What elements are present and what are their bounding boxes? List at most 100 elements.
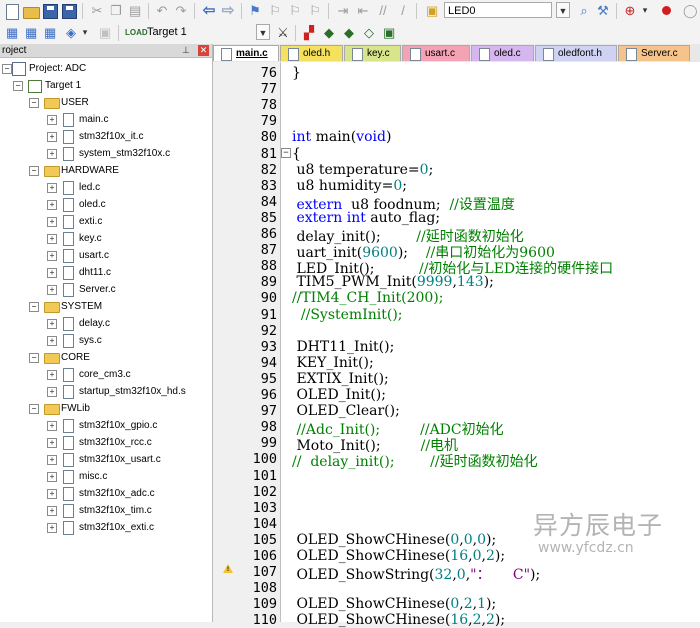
find-combo-dropdown[interactable]: ▼	[556, 2, 570, 18]
file-extensions-button[interactable]: ▞	[300, 24, 318, 42]
tree-item-file[interactable]: + misc.c	[0, 468, 210, 485]
tree-item-file[interactable]: + stm32f10x_rcc.c	[0, 434, 210, 451]
more-toolbar-button[interactable]: ◯	[680, 2, 698, 20]
code-line[interactable]: TIM5_PWM_Init(9999,143);	[292, 274, 493, 290]
code-line[interactable]: KEY_Init();	[292, 355, 373, 371]
expand-toggle-icon[interactable]: +	[47, 149, 57, 159]
tree-item-file[interactable]: + system_stm32f10x.c	[0, 145, 210, 162]
expand-toggle-icon[interactable]: +	[47, 200, 57, 210]
open-file-button[interactable]	[22, 2, 40, 20]
bookmark-button[interactable]: ⚑	[246, 2, 264, 20]
expand-toggle-icon[interactable]: +	[47, 268, 57, 278]
tree-item-file[interactable]: + dht11.c	[0, 264, 210, 281]
tree-item-file[interactable]: + startup_stm32f10x_hd.s	[0, 383, 210, 400]
expand-toggle-icon[interactable]: +	[47, 472, 57, 482]
tree-item-file[interactable]: + sys.c	[0, 332, 210, 349]
code-line[interactable]: DHT11_Init();	[292, 339, 394, 355]
expand-toggle-icon[interactable]: +	[47, 183, 57, 193]
cut-button[interactable]: ✂	[88, 2, 106, 20]
find-button[interactable]: ⌕	[575, 2, 593, 20]
tree-item-file[interactable]: + oled.c	[0, 196, 210, 213]
close-panel-button[interactable]: ✕	[198, 45, 209, 56]
tree-item-project[interactable]: − Project: ADC	[0, 60, 210, 77]
target-options-button[interactable]: ⚔	[274, 24, 292, 42]
redo-button[interactable]: ↷	[172, 2, 190, 20]
tree-item-file[interactable]: + stm32f10x_tim.c	[0, 502, 210, 519]
build-button[interactable]: ▦	[22, 24, 40, 42]
tree-item-target[interactable]: − Target 1	[0, 77, 210, 94]
code-line[interactable]: OLED_Init();	[292, 387, 386, 403]
undo-button[interactable]: ↶	[153, 2, 171, 20]
copy-button[interactable]: ❐	[107, 2, 125, 20]
expand-toggle-icon[interactable]: +	[47, 234, 57, 244]
expand-toggle-icon[interactable]: +	[47, 217, 57, 227]
expand-toggle-icon[interactable]: +	[47, 489, 57, 499]
find-in-files-button[interactable]: ▣	[423, 2, 441, 20]
tab-key-c[interactable]: key.c	[344, 45, 401, 61]
tree-item-file[interactable]: + delay.c	[0, 315, 210, 332]
code-line[interactable]: EXTIX_Init();	[292, 371, 388, 387]
expand-toggle-icon[interactable]: +	[47, 370, 57, 380]
expand-toggle-icon[interactable]: +	[47, 115, 57, 125]
tab-oledfont-h[interactable]: oledfont.h	[535, 45, 617, 61]
tree-item-file[interactable]: + exti.c	[0, 213, 210, 230]
expand-toggle-icon[interactable]: +	[47, 523, 57, 533]
save-button[interactable]	[41, 2, 59, 20]
tree-item-file[interactable]: + stm32f10x_usart.c	[0, 451, 210, 468]
code-line[interactable]: // delay_init(); //延时函数初始化	[292, 451, 538, 471]
target-dropdown[interactable]: ▼	[256, 24, 270, 40]
expand-toggle-icon[interactable]: +	[47, 387, 57, 397]
expand-toggle-icon[interactable]: +	[47, 285, 57, 295]
find-combo[interactable]: LED0	[444, 2, 552, 18]
unindent-button[interactable]: ⇤	[354, 2, 372, 20]
expand-toggle-icon[interactable]: +	[47, 506, 57, 516]
uncomment-button[interactable]: /	[394, 2, 412, 20]
tree-item-folder[interactable]: − FWLib	[0, 400, 210, 417]
stop-build-button[interactable]: ▣	[96, 24, 114, 42]
tab-oled-h[interactable]: oled.h	[280, 45, 343, 61]
new-file-button[interactable]	[3, 2, 21, 20]
tree-item-folder[interactable]: − SYSTEM	[0, 298, 210, 315]
code-line[interactable]: {	[292, 146, 301, 162]
rebuild-button[interactable]: ▦	[41, 24, 59, 42]
incremental-find-button[interactable]: ⚒	[594, 2, 612, 20]
batch-build-button[interactable]: ◈	[62, 24, 80, 42]
code-line[interactable]: OLED_ShowCHinese(16,2,2);	[292, 612, 505, 628]
navigate-forward-button[interactable]: ⇨	[219, 2, 237, 20]
expand-toggle-icon[interactable]: −	[29, 302, 39, 312]
expand-toggle-icon[interactable]: +	[47, 132, 57, 142]
expand-toggle-icon[interactable]: −	[29, 404, 39, 414]
code-line[interactable]: extern int auto_flag;	[292, 210, 440, 226]
expand-toggle-icon[interactable]: +	[47, 455, 57, 465]
pack-installer-button[interactable]: ◆	[340, 24, 358, 42]
code-line[interactable]: //SystemInit();	[292, 307, 403, 323]
debug-dropdown[interactable]: ▾	[640, 2, 650, 18]
tree-item-folder[interactable]: − CORE	[0, 349, 210, 366]
pin-icon[interactable]: ⊥	[182, 44, 190, 57]
tree-item-folder[interactable]: − HARDWARE	[0, 162, 210, 179]
code-line[interactable]: u8 humidity=0;	[292, 178, 407, 194]
expand-toggle-icon[interactable]: −	[29, 98, 39, 108]
code-line[interactable]: OLED_ShowCHinese(16,0,2);	[292, 548, 505, 564]
tree-item-file[interactable]: + led.c	[0, 179, 210, 196]
target-select-label[interactable]: Target 1	[147, 26, 187, 38]
tree-item-file[interactable]: + stm32f10x_it.c	[0, 128, 210, 145]
tree-item-file[interactable]: + stm32f10x_exti.c	[0, 519, 210, 536]
tree-item-folder[interactable]: − USER	[0, 94, 210, 111]
tree-item-file[interactable]: + stm32f10x_gpio.c	[0, 417, 210, 434]
code-line[interactable]: }	[292, 65, 301, 81]
navigate-back-button[interactable]: ⇦	[200, 2, 218, 20]
translate-button[interactable]: ▦	[3, 24, 21, 42]
code-line[interactable]: OLED_ShowCHinese(0,2,1);	[292, 596, 496, 612]
clear-bookmarks-button[interactable]: ⚐	[306, 2, 324, 20]
code-line[interactable]: OLED_ShowCHinese(0,0,0);	[292, 532, 496, 548]
download-button[interactable]: LOAD	[122, 24, 148, 42]
code-line[interactable]: int main(void)	[292, 129, 391, 145]
batch-build-dropdown[interactable]: ▾	[80, 24, 90, 40]
manage-components-button[interactable]: ◆	[320, 24, 338, 42]
tree-item-file[interactable]: + core_cm3.c	[0, 366, 210, 383]
select-packs-button[interactable]: ◇	[360, 24, 378, 42]
tab-main-c[interactable]: main.c	[213, 45, 279, 61]
expand-toggle-icon[interactable]: +	[47, 251, 57, 261]
expand-toggle-icon[interactable]: −	[2, 64, 12, 74]
